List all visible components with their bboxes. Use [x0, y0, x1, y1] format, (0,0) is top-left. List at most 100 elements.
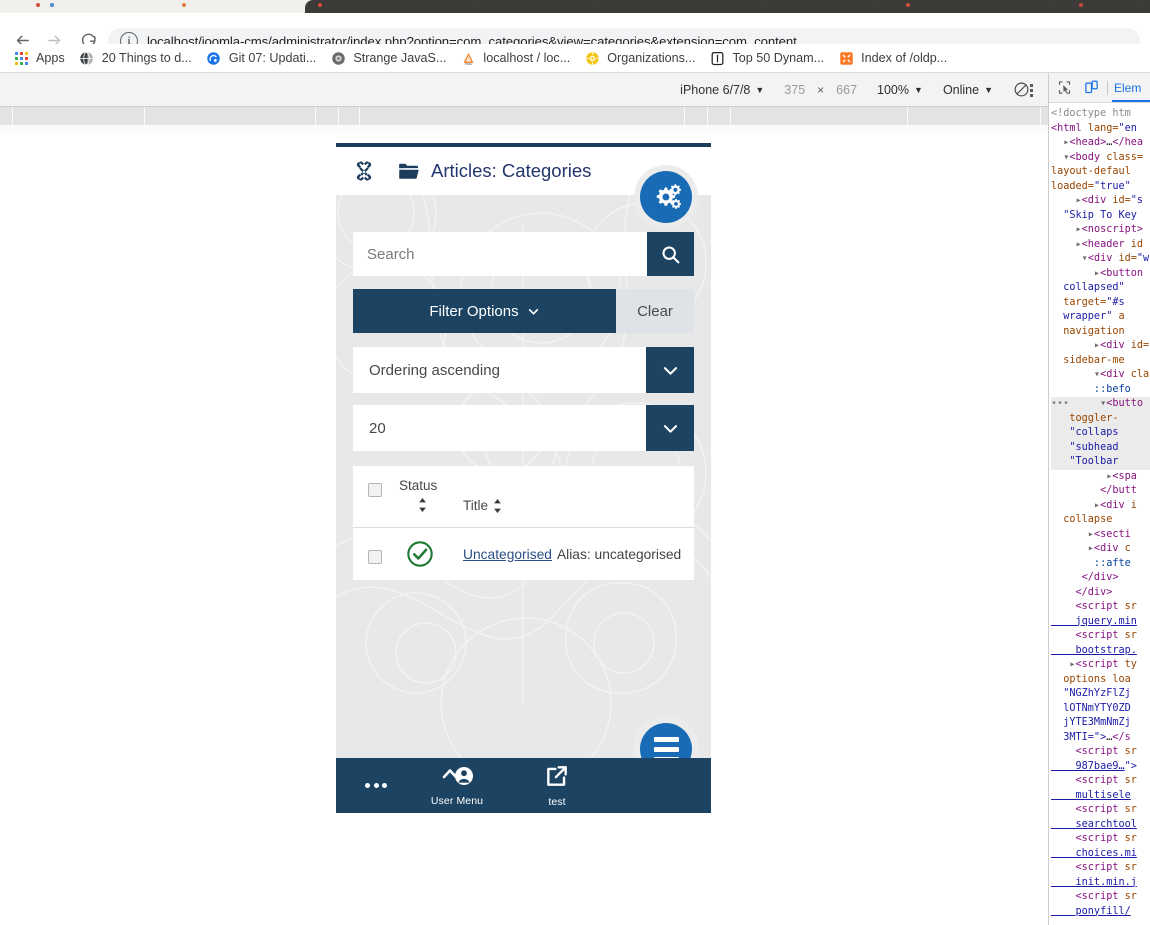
column-header-title[interactable]: Title [463, 498, 503, 513]
filter-options-button[interactable]: Filter Options [353, 289, 616, 333]
chevron-down-icon[interactable] [646, 405, 694, 451]
dom-code-line[interactable]: "Toolbar [1051, 455, 1150, 470]
dom-code-line[interactable]: <script sr [1051, 861, 1150, 876]
throttling-selector[interactable]: Online ▼ [943, 83, 993, 97]
dom-code-line[interactable]: "subhead [1051, 440, 1150, 455]
dom-code-line[interactable]: ::afte [1051, 557, 1150, 572]
table-row[interactable]: Uncategorised Alias: uncategorised [353, 528, 694, 580]
toolbar-options-button[interactable] [634, 165, 698, 229]
dom-code-line[interactable]: ▸<secti [1051, 528, 1150, 543]
search-input[interactable] [353, 232, 647, 276]
inspect-element-icon[interactable] [1052, 76, 1076, 100]
dom-code-line[interactable]: ▾<butto ••• [1051, 397, 1150, 412]
device-selector[interactable]: iPhone 6/7/8 ▼ [680, 83, 764, 97]
dom-code-line[interactable]: ▸<header id [1051, 238, 1150, 253]
device-viewport[interactable]: Articles: Categories Search Filter Optio… [336, 143, 711, 813]
dom-code-line[interactable]: ▾<div id="w [1051, 252, 1150, 267]
dom-code-line[interactable]: ▸<noscript> [1051, 223, 1150, 238]
dom-code-line[interactable]: <!doctype htm [1051, 107, 1150, 122]
sort-status-icon[interactable] [417, 498, 428, 517]
site-preview-button[interactable]: test [516, 758, 598, 813]
ordering-select[interactable]: Ordering ascending [353, 347, 694, 393]
dom-code-line[interactable]: layout-defaul [1051, 165, 1150, 180]
dom-code-line[interactable]: collapse [1051, 513, 1150, 528]
dom-code-line[interactable]: searchtool [1051, 818, 1150, 833]
limit-select-value: 20 [369, 419, 386, 437]
dom-code-line[interactable]: "collaps [1051, 426, 1150, 441]
dom-code-line[interactable]: ▾<div cla [1051, 368, 1150, 383]
search-button[interactable] [647, 232, 694, 276]
check-circle-icon[interactable] [406, 540, 434, 573]
dom-code-line[interactable]: <html lang="en [1051, 122, 1150, 137]
more-button[interactable] [348, 758, 404, 813]
zoom-selector[interactable]: 100% ▼ [877, 83, 923, 97]
clear-filters-button[interactable]: Clear [616, 289, 694, 333]
bookmark-apps[interactable]: Apps [6, 44, 72, 72]
dom-code-line[interactable]: 987bae9…"> [1051, 760, 1150, 775]
dom-code-line[interactable]: multisele [1051, 789, 1150, 804]
device-toolbar-icon[interactable] [1079, 76, 1103, 100]
dom-code-line[interactable]: <script sr [1051, 832, 1150, 847]
gear-yellow-icon [584, 50, 600, 66]
dom-code-line[interactable]: loaded="true" [1051, 180, 1150, 195]
dom-code-line[interactable]: <script sr [1051, 774, 1150, 789]
dom-code-line[interactable]: ponyfill/ [1051, 905, 1150, 920]
dom-code-line[interactable]: "NGZhYzFlZj [1051, 687, 1150, 702]
joomla-logo-icon[interactable] [352, 159, 376, 183]
dom-code-line[interactable]: ▸<spa [1051, 470, 1150, 485]
dom-code-line[interactable]: "Skip To Key [1051, 209, 1150, 224]
dom-code-line[interactable]: <script sr [1051, 600, 1150, 615]
bookmark-organizations[interactable]: Organizations... [577, 44, 702, 72]
dom-code-line[interactable]: init.min.j [1051, 876, 1150, 891]
bookmark-label: Index of /oldp... [861, 51, 948, 65]
row-checkbox[interactable] [368, 550, 382, 564]
dom-code-line[interactable]: jquery.min [1051, 615, 1150, 630]
dom-code-line[interactable]: collapsed" [1051, 281, 1150, 296]
dom-code-line[interactable]: ▸<script ty [1051, 658, 1150, 673]
bookmark-index-of-oldp[interactable]: Index of /oldp... [831, 44, 954, 72]
limit-select[interactable]: 20 [353, 405, 694, 451]
tab-elements[interactable]: Elem [1112, 73, 1150, 102]
category-title-link[interactable]: Uncategorised [463, 547, 552, 562]
dom-code-line[interactable]: ▸<div id="s [1051, 194, 1150, 209]
dom-code-line[interactable]: lOTNmYTY0ZD [1051, 702, 1150, 717]
bookmark-strange-javascript[interactable]: Strange JavaS... [323, 44, 453, 72]
dom-code-line[interactable]: options loa [1051, 673, 1150, 688]
bookmark-20-things[interactable]: 20 Things to d... [72, 44, 199, 72]
dom-code-line[interactable]: <script sr [1051, 803, 1150, 818]
bookmark-localhost[interactable]: PMA localhost / loc... [453, 44, 577, 72]
user-menu-button[interactable]: User Menu [412, 758, 502, 813]
dom-code-line[interactable]: ▸<button [1051, 267, 1150, 282]
dom-code-line[interactable]: </butt [1051, 484, 1150, 499]
dom-code-line[interactable]: <script sr [1051, 629, 1150, 644]
dom-code-line[interactable]: sidebar-me [1051, 354, 1150, 369]
dom-code-line[interactable]: toggler- [1051, 411, 1150, 426]
dom-code-line[interactable]: ▾<body class= [1051, 151, 1150, 166]
chevron-down-icon[interactable] [646, 347, 694, 393]
bookmark-top-50-dynamic[interactable]: Top 50 Dynam... [702, 44, 831, 72]
dom-code-line[interactable]: <script sr [1051, 890, 1150, 905]
square-bracket-icon [709, 50, 725, 66]
dom-code-line[interactable]: target="#s [1051, 296, 1150, 311]
dom-code-line[interactable]: ▸<div c [1051, 542, 1150, 557]
dom-code-line[interactable]: ▸<head>…</hea [1051, 136, 1150, 151]
dom-code-line[interactable]: <script sr [1051, 745, 1150, 760]
dom-code-line[interactable]: </div> [1051, 571, 1150, 586]
dom-code-line[interactable]: wrapper" a [1051, 310, 1150, 325]
viewport-width-field[interactable]: 375 × 667 [784, 83, 857, 97]
dom-code-line[interactable]: </div> [1051, 586, 1150, 601]
dom-code-line[interactable]: navigation [1051, 325, 1150, 340]
dom-code-line[interactable]: ▸<div i [1051, 499, 1150, 514]
dom-code-line[interactable]: ::befo [1051, 383, 1150, 398]
dom-tree-code[interactable]: <!doctype htm <html lang="en ▸<head>…</he… [1049, 103, 1150, 919]
browser-tab-strip[interactable] [0, 0, 1150, 13]
select-all-checkbox[interactable] [368, 483, 382, 497]
kebab-menu-icon[interactable] [1022, 81, 1040, 99]
dom-code-line[interactable]: bootstrap. [1051, 644, 1150, 659]
dom-code-line[interactable]: 3MTI=">…</s [1051, 731, 1150, 746]
dom-code-line[interactable]: ▸<div id= [1051, 339, 1150, 354]
dom-code-line[interactable]: choices.mi [1051, 847, 1150, 862]
column-header-status[interactable]: Status [399, 478, 437, 493]
dom-code-line[interactable]: jYTE3MmNmZj [1051, 716, 1150, 731]
bookmark-git-07[interactable]: Git 07: Updati... [199, 44, 324, 72]
